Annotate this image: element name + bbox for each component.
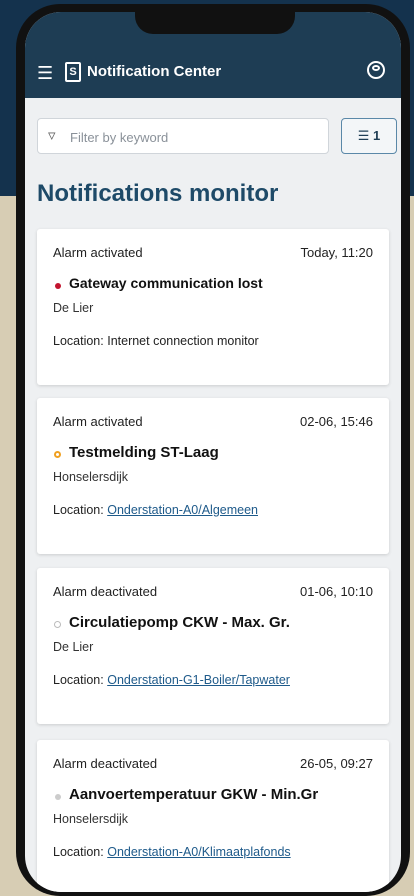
alarm-time: Today, 11:20 bbox=[300, 245, 373, 260]
alarm-place: De Lier bbox=[53, 640, 94, 654]
alarm-name: Testmelding ST-Laag bbox=[69, 444, 219, 461]
alarm-indicator-icon bbox=[55, 283, 61, 289]
alarm-name: Aanvoertemperatuur GKW - Min.Gr bbox=[69, 786, 319, 803]
alarm-status: Alarm activated bbox=[53, 245, 143, 260]
phone-screen: ☰ S Notification Center ▿ ☰ 1 Notificati… bbox=[25, 12, 401, 892]
alarm-time: 01-06, 10:10 bbox=[299, 584, 373, 599]
funnel-icon: ▿ bbox=[48, 127, 56, 144]
filter-settings-button[interactable]: ☰ 1 bbox=[341, 118, 397, 154]
location-label: Location: bbox=[53, 503, 108, 517]
alarm-time: 02-06, 15:46 bbox=[299, 414, 373, 429]
filter-field[interactable]: ▿ bbox=[37, 118, 329, 154]
alarm-indicator-icon bbox=[54, 451, 61, 458]
location-value: Internet connection monitor bbox=[107, 334, 259, 348]
phone-frame: ☰ S Notification Center ▿ ☰ 1 Notificati… bbox=[16, 4, 410, 896]
app-title: Notification Center bbox=[87, 63, 222, 80]
notification-card[interactable]: Alarm deactivated 26-05, 09:27 Aanvoerte… bbox=[37, 740, 389, 892]
alarm-indicator-icon bbox=[55, 794, 61, 800]
location-label: Location: bbox=[53, 673, 108, 687]
alarm-indicator-icon bbox=[54, 621, 61, 628]
hamburger-menu-icon[interactable]: ☰ bbox=[37, 64, 53, 82]
document-logo-icon: S bbox=[65, 62, 81, 82]
page-title: Notifications monitor bbox=[37, 180, 279, 207]
alarm-time: 26-05, 09:27 bbox=[299, 756, 373, 771]
alarm-location: Location: Internet connection monitor bbox=[53, 334, 259, 348]
alarm-status: Alarm deactivated bbox=[53, 584, 158, 599]
filter-count: 1 bbox=[373, 128, 381, 143]
alarm-location: Location: Onderstation-G1-Boiler/Tapwate… bbox=[53, 673, 290, 687]
sliders-icon: ☰ bbox=[357, 128, 370, 143]
alarm-name: Gateway communication lost bbox=[69, 275, 263, 291]
alarm-name: Circulatiepomp CKW - Max. Gr. bbox=[69, 614, 290, 631]
location-link[interactable]: Onderstation-G1-Boiler/Tapwater bbox=[107, 673, 290, 687]
alarm-status: Alarm deactivated bbox=[53, 756, 158, 771]
filter-input[interactable] bbox=[68, 125, 322, 149]
notification-card[interactable]: Alarm deactivated 01-06, 10:10 Circulati… bbox=[37, 568, 389, 724]
alarm-place: Honselersdijk bbox=[53, 812, 129, 826]
location-link[interactable]: Onderstation-A0/Algemeen bbox=[107, 503, 258, 517]
alarm-status: Alarm activated bbox=[53, 414, 143, 429]
notification-card[interactable]: Alarm activated 02-06, 15:46 Testmelding… bbox=[37, 398, 389, 554]
alarm-place: De Lier bbox=[53, 301, 94, 315]
phone-notch bbox=[135, 12, 295, 34]
alarm-location: Location: Onderstation-A0/Klimaatplafond… bbox=[53, 845, 291, 859]
location-label: Location: bbox=[53, 845, 108, 859]
account-circle-icon[interactable] bbox=[367, 61, 385, 79]
location-link[interactable]: Onderstation-A0/Klimaatplafonds bbox=[107, 845, 290, 859]
alarm-place: Honselersdijk bbox=[53, 470, 129, 484]
notification-card[interactable]: Alarm activated Today, 11:20 Gateway com… bbox=[37, 229, 389, 385]
location-label: Location: bbox=[53, 334, 108, 348]
alarm-location: Location: Onderstation-A0/Algemeen bbox=[53, 503, 258, 517]
